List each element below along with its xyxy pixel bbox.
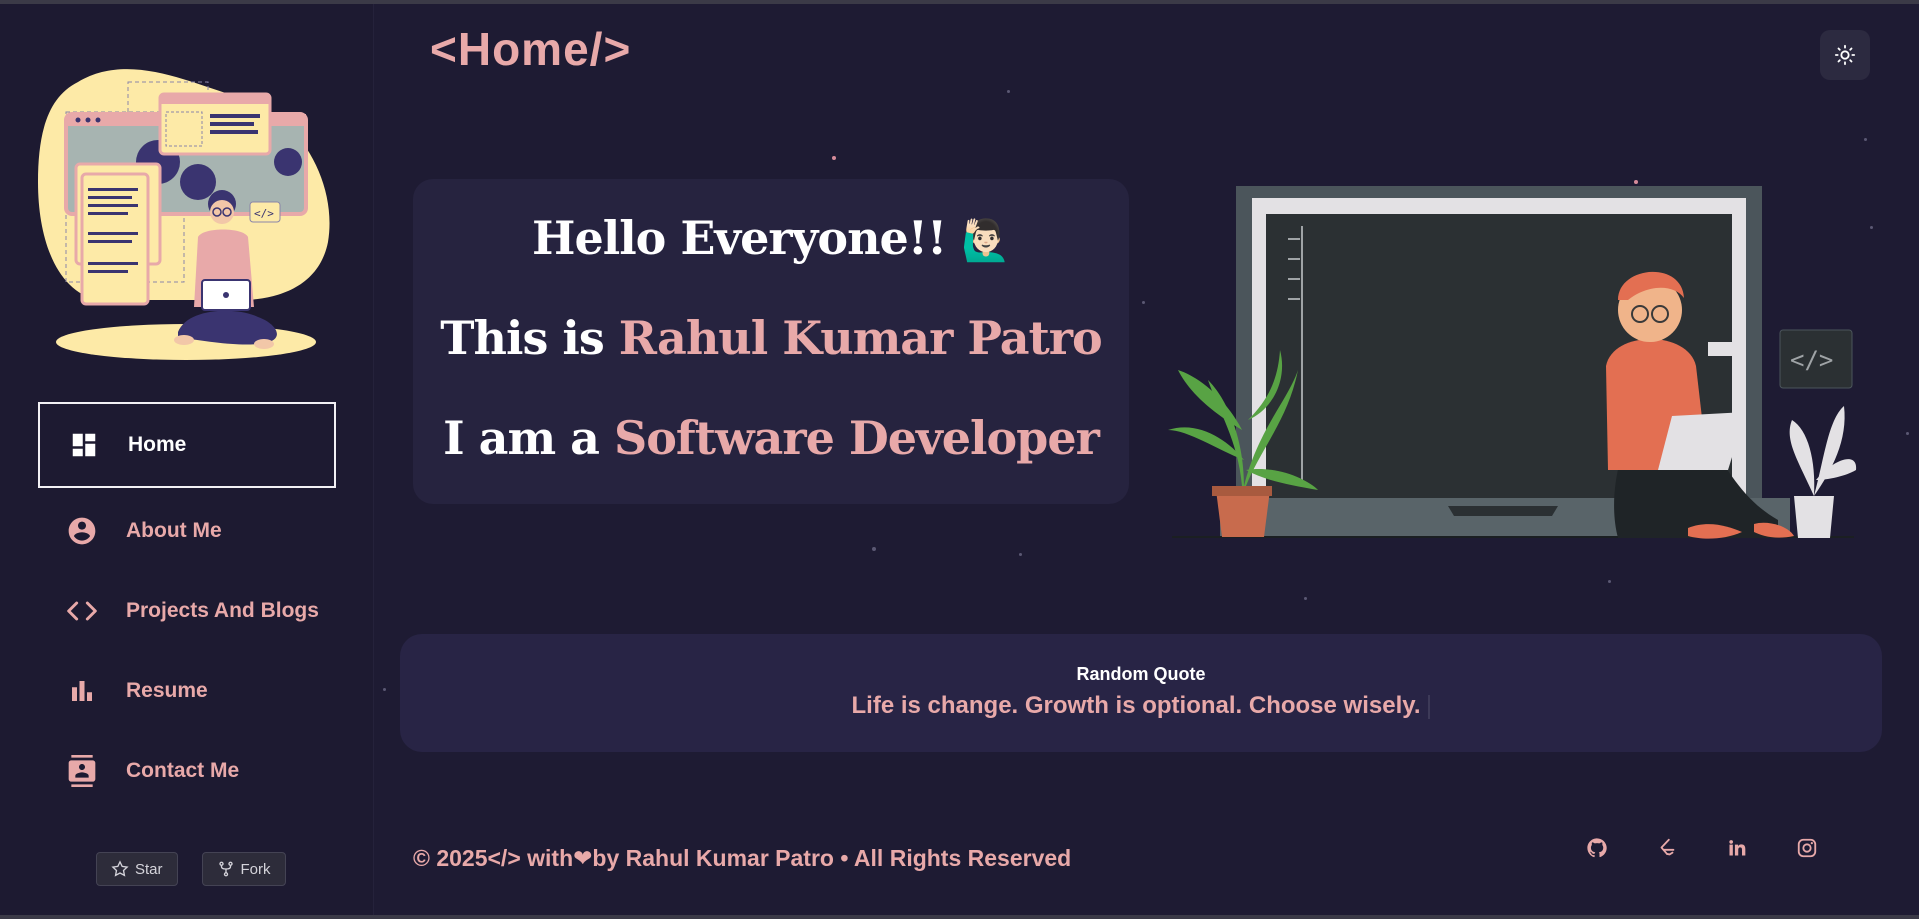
footer-copyright: © 2025</> with❤by Rahul Kumar Patro • Al…: [413, 845, 1072, 871]
code-icon: [66, 595, 98, 627]
background-star: [1864, 138, 1867, 141]
background-star: [1304, 597, 1307, 600]
greeting-text: Hello Everyone!!: [532, 211, 947, 265]
page-title: <Home/>: [430, 23, 632, 75]
greeting-line: Hello Everyone!! 🙋🏻‍♂️: [413, 211, 1129, 265]
bar-chart-icon: [66, 675, 98, 707]
account-circle-icon: [66, 515, 98, 547]
quote-title: Random Quote: [1076, 664, 1206, 684]
background-star: [872, 547, 876, 551]
background-star: [1870, 226, 1873, 229]
github-buttons: Star Fork: [96, 852, 286, 886]
background-star: [1608, 580, 1611, 583]
github-icon[interactable]: [1585, 836, 1609, 860]
sidebar-nav: Home About Me Projects And Blogs Resume …: [38, 402, 336, 814]
name-prefix: This is: [440, 311, 619, 365]
sidebar-item-contact-me[interactable]: Contact Me: [38, 734, 336, 808]
role-text: Software Developer: [614, 411, 1100, 465]
sidebar-item-projects-and-blogs[interactable]: Projects And Blogs: [38, 574, 336, 648]
fork-label: Fork: [240, 860, 271, 878]
developer-illustration: </>: [38, 69, 330, 360]
sidebar-item-resume[interactable]: Resume: [38, 654, 336, 728]
window-bottom-border: [0, 915, 1919, 919]
sidebar-item-label: Home: [128, 433, 187, 456]
sun-icon: [1834, 44, 1856, 66]
background-star: [383, 688, 386, 691]
instagram-icon[interactable]: [1795, 836, 1819, 860]
leetcode-icon[interactable]: [1655, 836, 1679, 860]
background-star: [1019, 553, 1022, 556]
role-prefix: I am a: [443, 411, 614, 465]
role-line: I am a Software Developer: [413, 411, 1129, 465]
developer-laptop-illustration: </>: [1168, 186, 1857, 539]
intro-card: Hello Everyone!! 🙋🏻‍♂️ This is Rahul Kum…: [413, 179, 1129, 504]
svg-text:</>: </>: [1790, 346, 1833, 374]
sidebar-item-about-me[interactable]: About Me: [38, 494, 336, 568]
github-fork-button[interactable]: Fork: [201, 852, 286, 886]
sidebar-item-label: Projects And Blogs: [126, 599, 319, 622]
background-star: [1906, 432, 1909, 435]
social-links: [1585, 836, 1819, 860]
background-star: [1142, 301, 1145, 304]
linkedin-icon[interactable]: [1725, 836, 1749, 860]
background-star: [832, 156, 836, 160]
random-quote-card: Random Quote Life is change. Growth is o…: [400, 634, 1882, 752]
name-line: This is Rahul Kumar Patro: [413, 311, 1129, 365]
star-icon: [111, 860, 129, 877]
theme-toggle-button[interactable]: [1820, 30, 1870, 80]
background-star: [1007, 90, 1010, 93]
quote-text: Life is change. Growth is optional. Choo…: [851, 692, 1421, 719]
contact-card-icon: [66, 755, 98, 787]
sidebar-item-label: About Me: [126, 519, 222, 542]
svg-text:</>: </>: [254, 207, 274, 220]
author-name: Rahul Kumar Patro: [618, 311, 1103, 365]
star-label: Star: [135, 860, 163, 878]
github-star-button[interactable]: Star: [96, 852, 178, 886]
sidebar-item-label: Contact Me: [126, 759, 240, 782]
typing-caret: [1428, 694, 1431, 719]
dashboard-icon: [68, 429, 100, 461]
quote-text-line: Life is change. Growth is optional. Choo…: [400, 692, 1882, 720]
sidebar-item-home[interactable]: Home: [38, 402, 336, 488]
sidebar-item-label: Resume: [126, 679, 208, 702]
waving-person-emoji: 🙋🏻‍♂️: [961, 217, 1011, 264]
fork-icon: [218, 861, 233, 877]
sidebar: </> Home About Me Projects And Blogs Res…: [0, 4, 374, 915]
